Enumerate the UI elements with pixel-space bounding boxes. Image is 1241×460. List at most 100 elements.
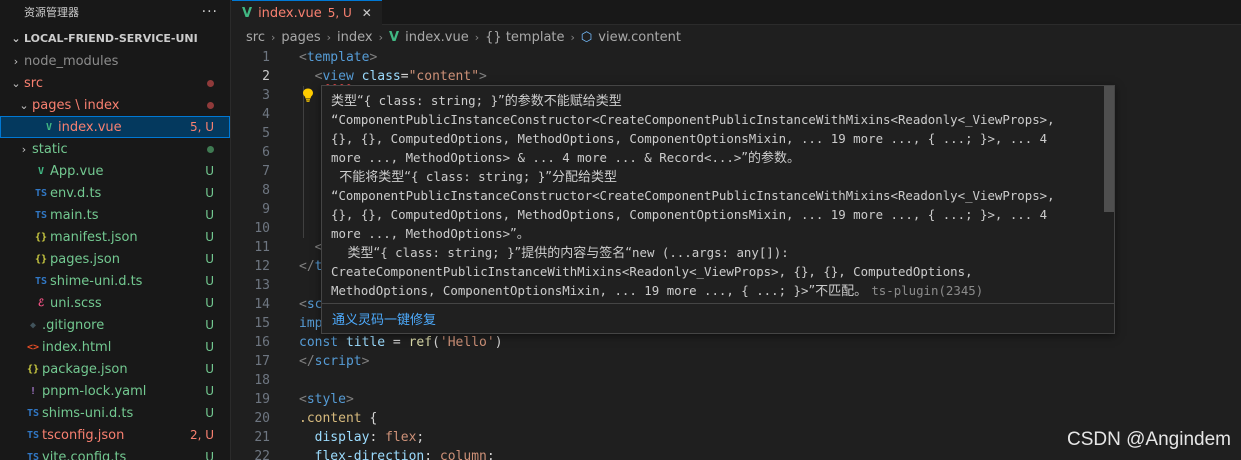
line-number: 16	[254, 335, 270, 350]
tree-item[interactable]: ⌄ src	[0, 72, 230, 94]
lightbulb-icon[interactable]	[302, 88, 314, 102]
breadcrumb-item-src[interactable]: src	[246, 30, 265, 45]
tree-item[interactable]: TS shims-uni.d.ts U	[0, 402, 230, 424]
code-token: column	[439, 449, 487, 460]
vue-file-icon: V	[37, 165, 45, 177]
project-folder-header[interactable]: ⌄ LOCAL-FRIEND-SERVICE-UNI	[0, 26, 230, 50]
tree-item[interactable]: TS shime-uni.d.ts U	[0, 270, 230, 292]
line-number: 18	[254, 373, 270, 388]
chevron-right-icon: ›	[474, 30, 480, 44]
tree-item[interactable]: › node_modules	[0, 50, 230, 72]
tree-item[interactable]: ℰuni.scss U	[0, 292, 230, 314]
tree-item-label: .gitignore	[42, 317, 105, 333]
code-token: :	[369, 430, 386, 445]
code-text: </t	[274, 257, 322, 276]
line-number: 13	[254, 278, 270, 293]
hover-line: MethodOptions, ComponentOptionsMixin, ..…	[331, 281, 1104, 300]
tree-item[interactable]: › static	[0, 138, 230, 160]
tree-item[interactable]: {} pages.json U	[0, 248, 230, 270]
tree-item[interactable]: {} manifest.json U	[0, 226, 230, 248]
tree-item[interactable]: {} package.json U	[0, 358, 230, 380]
chevron-down-icon: ⌄	[19, 98, 29, 112]
git-status-badge: U	[205, 296, 214, 310]
breadcrumb-item-index[interactable]: index	[337, 30, 373, 45]
tree-item-label: node_modules	[24, 53, 119, 69]
more-actions-icon[interactable]: ···	[202, 4, 218, 20]
tree-item[interactable]: ◆ .gitignore U	[0, 314, 230, 336]
hover-actions: 通义灵码一键修复	[322, 303, 1114, 333]
hover-text: 不能将类型“	[331, 170, 411, 185]
code-text: flex-direction: column;	[274, 447, 495, 460]
hover-line: {}, {}, ComputedOptions, MethodOptions, …	[331, 129, 1104, 148]
code-token: :	[424, 449, 440, 460]
tree-item[interactable]: Vindex.vue 5, U	[0, 116, 230, 138]
line-number: 6	[262, 145, 270, 160]
hover-text: { class: string; }	[411, 169, 546, 184]
tree-item-label: shims-uni.d.ts	[42, 405, 134, 421]
code-token: )	[494, 335, 503, 350]
hover-text: “ComponentPublicInstanceConstructor<Crea…	[331, 112, 1055, 127]
chevron-down-icon: ⌄	[11, 76, 21, 90]
code-text: const title = ref('Hello')	[274, 333, 503, 352]
hover-text: ”的参数不能赋给类型	[498, 94, 622, 109]
tree-item[interactable]: TS env.d.ts U	[0, 182, 230, 204]
tree-item-label: src	[24, 75, 43, 91]
code-token: ;	[486, 449, 495, 460]
tree-item-label: App.vue	[50, 163, 104, 179]
line-number: 4	[262, 107, 270, 122]
tree-item[interactable]: <> index.html U	[0, 336, 230, 358]
tab-status: 5, U	[327, 6, 352, 20]
file-tree: › node_modules ⌄ src ⌄ pages \ index Vindex.vu…	[0, 50, 230, 460]
git-status-badge: U	[205, 406, 214, 420]
code-token: ref	[408, 335, 433, 350]
quick-fix-link[interactable]: 通义灵码一键修复	[332, 309, 436, 328]
hover-text: { class: string; }	[380, 245, 515, 260]
status-dot	[207, 101, 214, 109]
hover-message: 类型“{ class: string; }”的参数不能赋给类型 “Componen…	[322, 86, 1114, 304]
git-status-badge: U	[205, 230, 214, 244]
hover-text: { class: string; }	[363, 93, 499, 108]
tree-item[interactable]: TS tsconfig.json 2, U	[0, 424, 230, 446]
code-token: ;	[416, 430, 425, 445]
code-line: 18	[232, 371, 1241, 390]
typescript-file-icon: TS	[26, 407, 40, 419]
code-token: >	[369, 50, 378, 65]
chevron-right-icon: ›	[326, 30, 332, 44]
line-number: 22	[254, 449, 270, 460]
breadcrumb-item-pages[interactable]: pages	[281, 30, 320, 45]
code-line: 20 .content {	[232, 409, 1241, 428]
tree-item[interactable]: TS main.ts U	[0, 204, 230, 226]
line-number: 9	[262, 202, 270, 217]
tab-index-vue[interactable]: V index.vue 5, U ✕	[232, 0, 382, 25]
code-token: title	[345, 335, 386, 350]
tree-item[interactable]: ⌄ pages \ index	[0, 94, 230, 116]
hover-scrollbar[interactable]	[1104, 86, 1114, 212]
typescript-file-icon: TS	[34, 209, 48, 221]
hover-line: “ComponentPublicInstanceConstructor<Crea…	[331, 110, 1104, 129]
project-name: LOCAL-FRIEND-SERVICE-UNI	[24, 31, 198, 45]
code-line: 17 </script>	[232, 352, 1241, 371]
git-status-badge: U	[205, 318, 214, 332]
line-number: 7	[262, 164, 270, 179]
breadcrumb-item-file[interactable]: index.vue	[405, 30, 469, 45]
code-token: <	[299, 392, 307, 407]
code-token: =	[400, 69, 409, 84]
breadcrumb-item-view[interactable]: view.content	[598, 30, 681, 45]
tree-item[interactable]: ! pnpm-lock.yaml U	[0, 380, 230, 402]
close-icon[interactable]: ✕	[362, 6, 372, 20]
tree-item[interactable]: V App.vue U	[0, 160, 230, 182]
line-number: 1	[262, 50, 270, 65]
line-number: 3	[262, 88, 270, 103]
breadcrumb-item-template[interactable]: {} template	[485, 30, 564, 45]
tree-item[interactable]: TS vite.config.ts U	[0, 446, 230, 460]
code-token: flex-direction	[314, 449, 425, 460]
hover-text: {}, {}, ComputedOptions, MethodOptions, …	[331, 207, 1048, 222]
